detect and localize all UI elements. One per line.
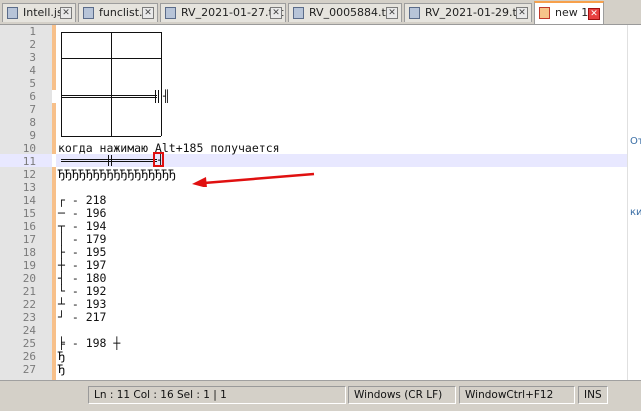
line-number: 12 [22,168,36,181]
line-number: 4 [29,64,36,77]
line-number: 15 [22,207,36,220]
line-number: 27 [22,363,36,376]
close-icon[interactable]: ✕ [60,7,72,19]
change-history-bar [52,25,56,380]
status-bar: Ln : 11 Col : 16 Sel : 1 | 1 Windows (CR… [0,380,641,411]
line-10: когда нажимаю Alt+185 получается [58,141,280,155]
file-icon [409,7,420,19]
annotation-highlight-box [153,152,164,167]
line-number: 18 [22,246,36,259]
tab-label: RV_0005884.txt [309,6,397,19]
line-number: 19 [22,259,36,272]
editor-area[interactable]: 1 2 3 4 5 6 7 8 9 10 11 12 13 14 15 16 17 18 19 20 21 22 23 24 2… [0,25,641,380]
line-number: 10 [22,142,36,155]
line-number: 17 [22,233,36,246]
tab-funclist-js[interactable]: funclist.js ✕ [78,3,158,22]
status-encoding[interactable]: WindowCtrl+F12 [459,386,575,404]
status-position: Ln : 11 Col : 16 Sel : 1 | 1 [88,386,346,404]
line-23: ┘ - 217 [58,310,107,324]
close-icon[interactable]: ✕ [142,7,154,19]
tab-label: RV_2021-01-29.txt [425,6,528,19]
tab-label: new 1 [555,6,589,19]
file-icon [83,7,94,19]
line-number: 24 [22,324,36,337]
tab-rv-0005884[interactable]: RV_0005884.txt ✕ [288,3,402,22]
line-number: 8 [29,116,36,129]
line-number: 25 [22,337,36,350]
line-number: 13 [22,181,36,194]
tab-new-1[interactable]: new 1 ✕ [534,1,604,24]
line-number: 26 [22,350,36,363]
file-icon [165,7,176,19]
close-icon[interactable]: ✕ [516,7,528,19]
line-number: 16 [22,220,36,233]
tab-label: Intell.js [23,6,63,19]
tab-bar: Intell.js ✕ funclist.js ✕ RV_2021-01-27.… [0,0,641,25]
tab-intell-js[interactable]: Intell.js ✕ [2,3,76,22]
tab-label: RV_2021-01-27.txt [181,6,284,19]
annotation-arrow [192,172,315,187]
line-number: 1 [29,25,36,38]
line-6-tail: ╢ [163,89,170,103]
line-number: 3 [29,51,36,64]
line-25: ╞ - 198 ┼ [58,336,121,350]
close-icon[interactable]: ✕ [270,7,282,19]
close-icon[interactable]: ✕ [386,7,398,19]
line-number: 9 [29,129,36,142]
line-number: 5 [29,77,36,90]
close-icon[interactable]: ✕ [588,8,600,20]
status-eol[interactable]: Windows (CR LF) [348,386,456,404]
side-panel-text-2: ки [630,207,641,218]
side-panel-text-1: От [630,136,641,147]
line-12: ЂЂЂЂЂЂЂЂЂЂЂЂЂЂЂЂЂ [58,167,176,181]
line-number: 7 [29,103,36,116]
line-number: 23 [22,311,36,324]
file-icon [7,7,18,19]
line-27: Ђ [58,362,65,376]
line-number: 11 [22,155,36,168]
tab-rv-2021-01-27[interactable]: RV_2021-01-27.txt ✕ [160,3,286,22]
status-mode: INS [578,386,608,404]
tab-rv-2021-01-29[interactable]: RV_2021-01-29.txt ✕ [404,3,532,22]
line-number: 14 [22,194,36,207]
line-number: 20 [22,272,36,285]
line-number: 21 [22,285,36,298]
file-icon [539,7,550,19]
line-number: 6 [29,90,36,103]
line-number: 22 [22,298,36,311]
file-icon [293,7,304,19]
side-panel-edge [627,25,641,380]
line-number: 2 [29,38,36,51]
